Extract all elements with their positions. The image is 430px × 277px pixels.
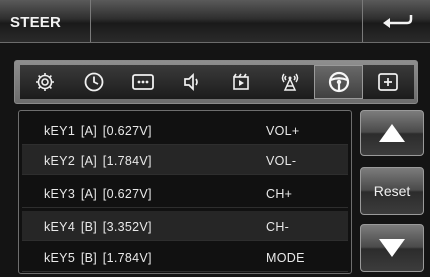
speaker-icon [183,72,198,92]
tab-radio[interactable] [265,65,314,99]
tab-time[interactable] [69,65,118,99]
tab-general[interactable] [20,65,69,99]
triangle-down-icon [379,239,405,257]
tab-keypad[interactable] [118,65,167,99]
key-row[interactable]: kEY4 [B] [3.352V] CH- [22,211,348,241]
key-function: CH- [266,220,290,234]
key-info: kEY1 [A] [0.627V] [44,124,152,138]
key-function: CH+ [266,187,293,201]
reset-label: Reset [373,183,411,199]
key-row[interactable]: kEY1 [A] [0.627V] VOL+ [22,115,348,145]
scroll-up-button[interactable] [360,110,424,156]
plus-box-icon [377,73,398,91]
title-cell: STEER [0,0,91,42]
key-function: VOL+ [266,124,300,138]
key-function: MODE [266,251,305,265]
header-bar: STEER [0,0,430,43]
reset-button[interactable]: Reset [360,167,424,215]
back-arrow-icon [383,15,413,28]
key-function: VOL- [266,154,297,168]
antenna-icon [281,73,298,91]
triangle-up-icon [379,124,405,142]
gear-icon [35,73,54,91]
scroll-down-button[interactable] [360,224,424,272]
key-info: kEY4 [B] [3.352V] [44,220,152,234]
tab-audio[interactable] [167,65,216,99]
header-spacer [91,0,361,42]
clock-icon [84,72,103,92]
key-row[interactable]: kEY2 [A] [1.784V] VOL- [22,145,348,175]
key-row[interactable]: kEY3 [A] [0.627V] CH+ [22,178,348,208]
keypad-icon [131,74,154,90]
back-button[interactable] [362,0,430,42]
key-row[interactable]: kEY5 [B] [1.784V] MODE [22,242,348,272]
media-icon [232,73,249,90]
tab-media[interactable] [216,65,265,99]
key-info: kEY2 [A] [1.784V] [44,154,152,168]
tab-extra[interactable] [363,65,412,99]
key-info: kEY5 [B] [1.784V] [44,251,152,265]
key-info: kEY3 [A] [0.627V] [44,187,152,201]
settings-toolbar [20,65,414,99]
tab-steering[interactable] [314,65,363,99]
page-title: STEER [10,14,62,31]
steering-wheel-icon [328,71,349,93]
